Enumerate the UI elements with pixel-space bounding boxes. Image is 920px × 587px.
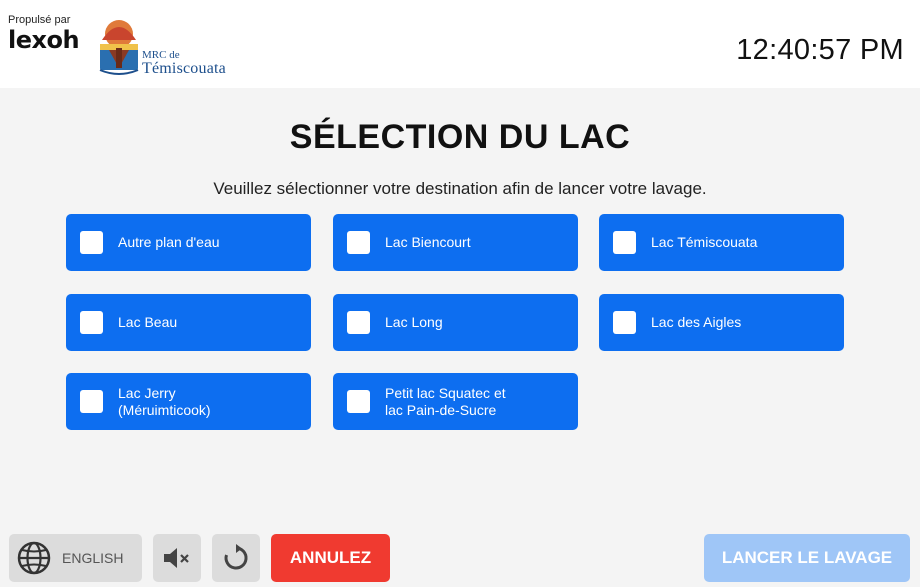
header: Propulsé par lexoh MRC de Témiscouata 12…: [0, 0, 920, 88]
lake-checkbox[interactable]: [80, 311, 103, 334]
lake-option-biencourt[interactable]: Lac Biencourt: [333, 214, 578, 271]
powered-by-block: Propulsé par lexoh: [8, 14, 80, 54]
lake-label: Lac Long: [385, 314, 443, 330]
lake-label: Petit lac Squatec et lac Pain-de-Sucre: [385, 384, 506, 418]
lake-checkbox[interactable]: [347, 390, 370, 413]
lake-option-des-aigles[interactable]: Lac des Aigles: [599, 294, 844, 351]
lexoh-logo: lexoh: [8, 26, 80, 54]
lake-label: Lac Biencourt: [385, 234, 471, 250]
lake-checkbox[interactable]: [80, 231, 103, 254]
logo-line2: Témiscouata: [142, 60, 226, 77]
language-label: ENGLISH: [62, 550, 124, 566]
mrc-emblem-icon: [99, 20, 139, 75]
powered-by-text: Propulsé par: [8, 14, 71, 26]
launch-wash-button[interactable]: LANCER LE LAVAGE: [704, 534, 910, 582]
lake-option-petit-lac-squatec[interactable]: Petit lac Squatec et lac Pain-de-Sucre: [333, 373, 578, 430]
lake-option-autre-plan-deau[interactable]: Autre plan d'eau: [66, 214, 311, 271]
mrc-temiscouata-logo: MRC de Témiscouata: [98, 18, 238, 78]
language-button[interactable]: ENGLISH: [9, 534, 142, 582]
lake-label: Autre plan d'eau: [118, 234, 220, 250]
lake-option-beau[interactable]: Lac Beau: [66, 294, 311, 351]
lake-checkbox[interactable]: [347, 231, 370, 254]
reset-button[interactable]: [212, 534, 260, 582]
globe-icon: [17, 541, 51, 575]
lake-option-long[interactable]: Lac Long: [333, 294, 578, 351]
mute-button[interactable]: [153, 534, 201, 582]
refresh-icon: [224, 544, 248, 570]
lake-label: Lac Témiscouata: [651, 234, 758, 250]
lake-option-jerry[interactable]: Lac Jerry (Méruimticook): [66, 373, 311, 430]
lake-checkbox[interactable]: [80, 390, 103, 413]
lake-option-temiscouata[interactable]: Lac Témiscouata: [599, 214, 844, 271]
lake-checkbox[interactable]: [347, 311, 370, 334]
lake-label: Lac des Aigles: [651, 314, 742, 330]
cancel-button[interactable]: ANNULEZ: [271, 534, 390, 582]
clock: 12:40:57 PM: [736, 34, 904, 66]
page-title: SÉLECTION DU LAC: [289, 118, 631, 156]
lake-label: Lac Jerry (Méruimticook): [118, 384, 211, 418]
lake-label: Lac Beau: [118, 314, 178, 330]
speaker-mute-icon: [164, 548, 189, 568]
page-subtitle: Veuillez sélectionner votre destination …: [213, 179, 707, 198]
lake-checkbox[interactable]: [613, 311, 636, 334]
lake-checkbox[interactable]: [613, 231, 636, 254]
